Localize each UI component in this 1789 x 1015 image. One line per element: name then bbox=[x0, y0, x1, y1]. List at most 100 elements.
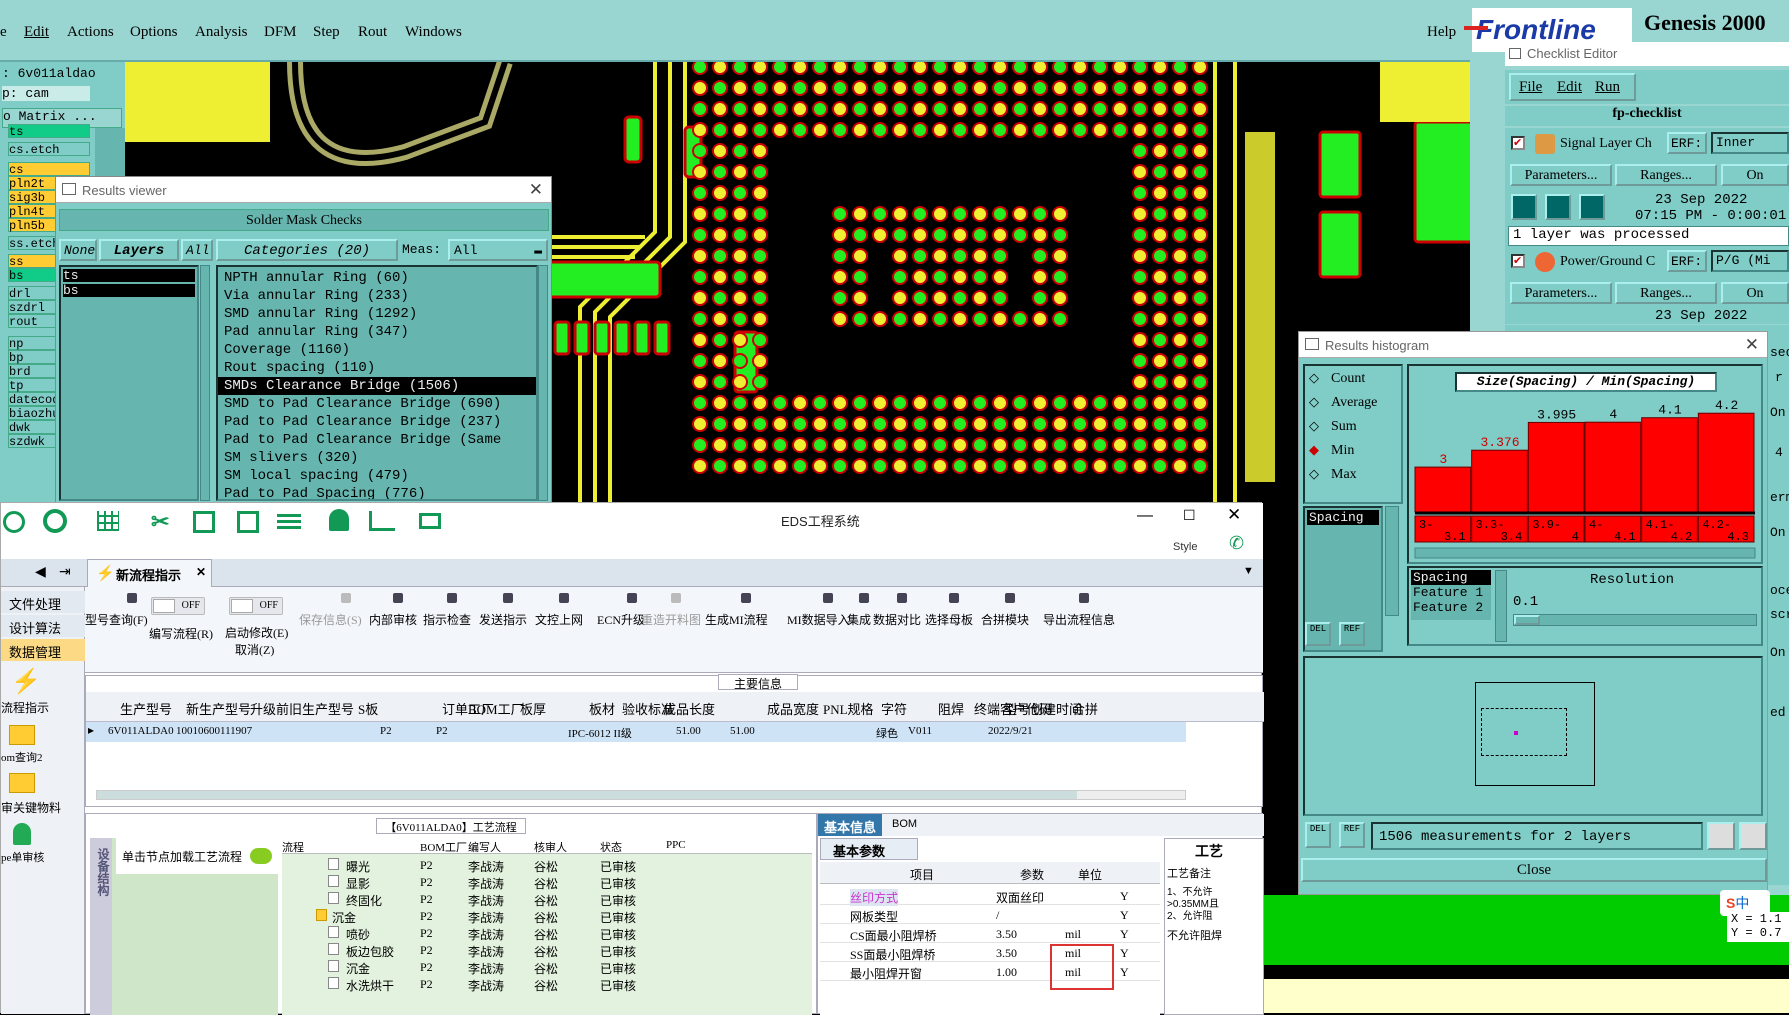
sidebar-algo[interactable]: 设计算法 bbox=[1, 615, 85, 637]
param-row[interactable]: 网板类型 / Y bbox=[820, 905, 1160, 924]
on-button[interactable]: On bbox=[1721, 164, 1789, 186]
film-icon[interactable] bbox=[193, 511, 215, 533]
measure-item-spacing[interactable]: Spacing bbox=[1307, 510, 1379, 525]
flow-row[interactable]: 水洗烘干 P2 李战涛 谷松 已审核 bbox=[282, 975, 812, 993]
column-header[interactable]: 成品长度 bbox=[663, 699, 715, 718]
sidebar-file[interactable]: 文件处理 bbox=[1, 591, 85, 613]
toggle-write[interactable]: OFF bbox=[151, 597, 205, 615]
ref-button-2[interactable]: REF bbox=[1339, 822, 1365, 848]
category-item[interactable]: SMD to Pad Clearance Bridge (690) bbox=[218, 395, 536, 413]
column-header[interactable]: 字符 bbox=[881, 699, 907, 718]
mode-average[interactable]: ◇ Average bbox=[1309, 394, 1401, 414]
param-column-header[interactable]: 项目 bbox=[910, 866, 934, 883]
category-item[interactable]: SMD annular Ring (1292) bbox=[218, 305, 536, 323]
layer-item[interactable]: ts bbox=[8, 124, 90, 139]
column-header[interactable]: 生产型号 bbox=[120, 699, 172, 718]
feature-list[interactable]: Spacing Feature 1 Feature 2 bbox=[1411, 570, 1491, 620]
parameters-button-2[interactable]: Parameters... bbox=[1510, 282, 1612, 304]
parameters-button[interactable]: Parameters... bbox=[1510, 164, 1612, 186]
toolbar-button[interactable]: 启动修改(E) bbox=[225, 624, 288, 641]
mode-max[interactable]: ◇ Max bbox=[1309, 466, 1401, 486]
layer-list-scrollbar[interactable] bbox=[200, 265, 210, 501]
scissors-icon[interactable]: ✂ bbox=[151, 509, 169, 535]
mode-radio-group[interactable]: ◇ Count ◇ Average ◇ Sum ◆ Min ◇ Max bbox=[1303, 364, 1403, 504]
toolbar-button[interactable]: 导出流程信息 bbox=[1043, 611, 1115, 628]
tab-basic-info[interactable]: 基本信息 bbox=[818, 814, 882, 836]
feature-item-2[interactable]: Feature 2 bbox=[1411, 600, 1491, 615]
item1-checkbox[interactable]: ✔ bbox=[1511, 136, 1525, 150]
menu-dfm[interactable]: DFM bbox=[264, 24, 297, 41]
menu-edit[interactable]: Edit bbox=[24, 24, 49, 41]
column-header[interactable]: 型号创建时间 bbox=[1004, 699, 1082, 718]
measure-scrollbar[interactable] bbox=[1385, 506, 1399, 616]
run-icon-3[interactable] bbox=[1579, 194, 1605, 220]
toolbar-button[interactable]: 选择母板 bbox=[925, 611, 973, 628]
column-header[interactable]: BOM工厂 bbox=[468, 699, 524, 718]
column-header[interactable]: 成品宽度 bbox=[767, 699, 819, 718]
flow-column-header[interactable]: BOM工厂 bbox=[420, 839, 467, 855]
layers-button[interactable]: Layers bbox=[99, 239, 179, 261]
del-button-2[interactable]: DEL bbox=[1305, 822, 1331, 848]
tab-close-icon[interactable]: ✕ bbox=[196, 565, 206, 579]
param-row[interactable]: 丝印方式 双面丝印 Y bbox=[820, 886, 1160, 906]
sidebar-data[interactable]: 数据管理 bbox=[1, 639, 85, 661]
flow-row[interactable]: 沉金 P2 李战涛 谷松 已审核 bbox=[282, 907, 812, 925]
none-button[interactable]: None bbox=[59, 239, 97, 261]
table-cell[interactable]: 51.00 bbox=[730, 725, 755, 737]
column-header[interactable]: 板材 bbox=[589, 699, 615, 718]
table-row[interactable]: 6V011ALDA0 10010600111907 P2 P2 IPC-6012 II级… bbox=[86, 722, 1186, 742]
on-button-2[interactable]: On bbox=[1721, 282, 1789, 304]
toolbar-button[interactable]: 合拼模块 bbox=[981, 611, 1029, 628]
item2-erf-value[interactable]: P/G (Mi bbox=[1711, 250, 1789, 272]
column-header[interactable]: 板厚 bbox=[520, 699, 546, 718]
meas-select[interactable]: All ▬ bbox=[448, 239, 548, 261]
column-header[interactable]: S板 bbox=[358, 699, 378, 718]
layer-item[interactable]: cs bbox=[8, 162, 90, 177]
mode-min[interactable]: ◆ Min bbox=[1309, 442, 1401, 462]
user-icon[interactable] bbox=[329, 509, 349, 531]
column-header[interactable]: 阻焊 bbox=[938, 699, 964, 718]
table-cell[interactable]: IPC-6012 II级 bbox=[568, 725, 632, 741]
list-icon[interactable] bbox=[277, 513, 301, 529]
toolbar-button[interactable]: 重造开料图 bbox=[641, 611, 701, 628]
ranges-button[interactable]: Ranges... bbox=[1615, 164, 1717, 186]
table-cell[interactable]: 6V011ALDA0 bbox=[108, 725, 174, 737]
tab-new-flow[interactable]: ⚡ 新流程指示 ✕ bbox=[87, 559, 212, 587]
flow-column-header[interactable]: PPC bbox=[666, 839, 686, 851]
rv-layer-bs[interactable]: bs bbox=[63, 284, 195, 297]
side-bom[interactable]: om查询2 bbox=[1, 749, 43, 765]
resolution-slider[interactable] bbox=[1513, 614, 1757, 626]
cl-menu-file[interactable]: File bbox=[1519, 79, 1542, 96]
category-item[interactable]: Pad annular Ring (347) bbox=[218, 323, 536, 341]
category-item[interactable]: SM slivers (320) bbox=[218, 449, 536, 467]
category-item[interactable]: Rout spacing (110) bbox=[218, 359, 536, 377]
flow-column-header[interactable]: 核审人 bbox=[534, 839, 567, 855]
del-button[interactable]: DEL bbox=[1305, 622, 1331, 646]
menu-analysis[interactable]: Analysis bbox=[195, 24, 248, 41]
table-cell[interactable]: 绿色 bbox=[876, 725, 898, 741]
menu-help[interactable]: Help bbox=[1427, 24, 1456, 41]
zoom-icon[interactable] bbox=[1707, 822, 1735, 850]
toolbar-button[interactable]: 发送指示 bbox=[479, 611, 527, 628]
user-icon[interactable] bbox=[13, 823, 31, 845]
close-button[interactable]: Close bbox=[1301, 858, 1767, 882]
style-menu[interactable]: Style bbox=[1173, 541, 1197, 553]
category-item[interactable]: Via annular Ring (233) bbox=[218, 287, 536, 305]
feature-item-1[interactable]: Feature 1 bbox=[1411, 585, 1491, 600]
category-item[interactable]: NPTH annular Ring (60) bbox=[218, 269, 536, 287]
table-cell[interactable]: P2 bbox=[436, 725, 448, 737]
flow-row[interactable]: 喷砂 P2 李战涛 谷松 已审核 bbox=[282, 924, 812, 942]
mode-count[interactable]: ◇ Count bbox=[1309, 370, 1401, 390]
layer-item[interactable]: cs.etch bbox=[8, 142, 90, 157]
minimize-button[interactable]: — bbox=[1137, 507, 1153, 525]
column-header[interactable]: 升级前旧生产型号 bbox=[250, 699, 354, 718]
category-item[interactable]: Pad to Pad Clearance Bridge (Same bbox=[218, 431, 536, 449]
basic-params-tab[interactable]: 基本参数 bbox=[820, 838, 918, 860]
toolbar-button[interactable]: 编写流程(R) bbox=[149, 625, 213, 642]
item1-erf-value[interactable]: Inner bbox=[1711, 132, 1789, 154]
toolbar-button[interactable]: 生成MI流程 bbox=[705, 611, 768, 628]
item1-name[interactable]: Signal Layer Ch bbox=[1560, 136, 1652, 152]
rv-layer-ts[interactable]: ts bbox=[63, 269, 195, 282]
flow-row[interactable]: 板边包胶 P2 李战涛 谷松 已审核 bbox=[282, 941, 812, 959]
flow-row[interactable]: 显影 P2 李战涛 谷松 已审核 bbox=[282, 873, 812, 891]
